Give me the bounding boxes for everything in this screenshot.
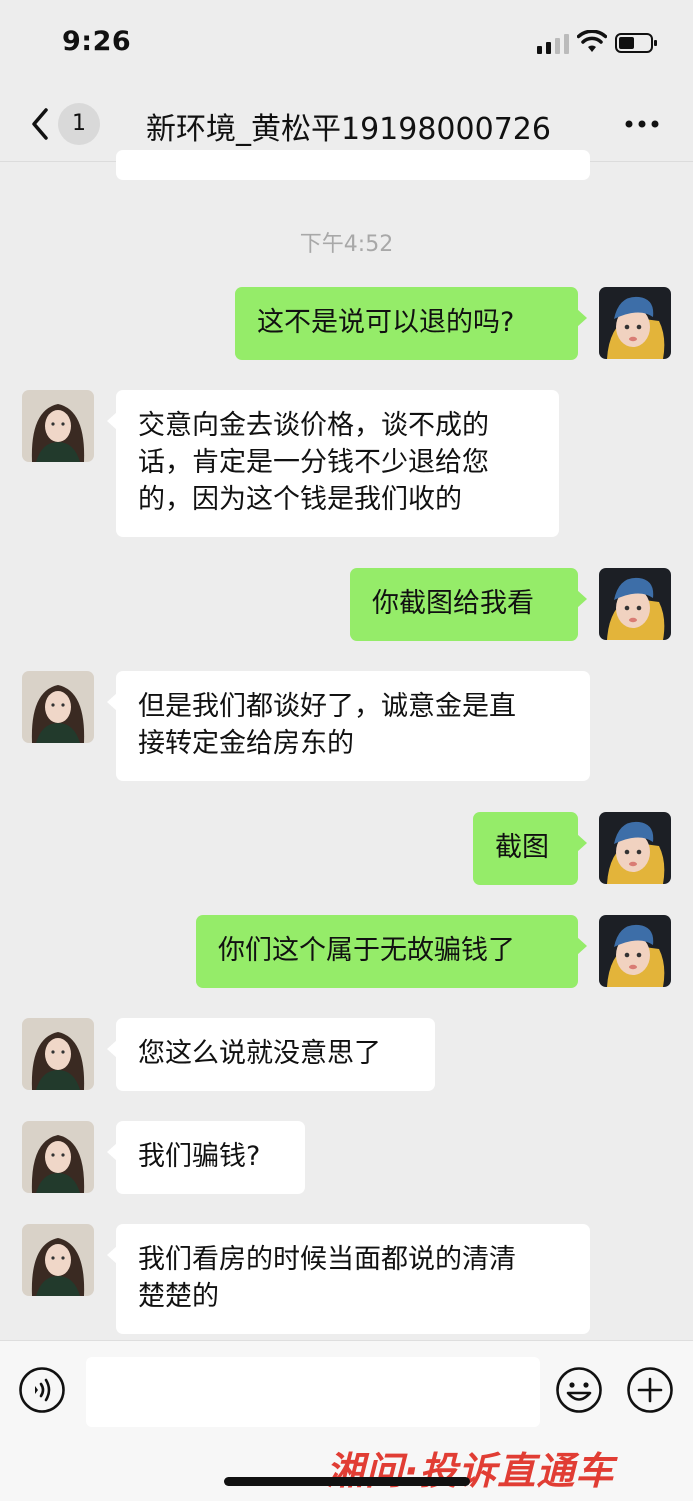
- message-text: 你截图给我看: [372, 588, 534, 619]
- message-timestamp: 下午4:52: [299, 232, 394, 257]
- previous-message-fragment: [116, 150, 590, 180]
- message-text-line: 接转定金给房东的: [138, 728, 354, 759]
- chat-title: 新环境_黄松平19198000726: [146, 112, 551, 147]
- more-options-button[interactable]: [620, 110, 664, 138]
- message-bubble-incoming[interactable]: 我们看房的时候当面都说的清清 楚楚的: [107, 1224, 590, 1334]
- contact-avatar[interactable]: [22, 390, 94, 462]
- status-time: 9:26: [62, 26, 132, 57]
- message-text-line: 交意向金去谈价格，谈不成的: [138, 410, 489, 441]
- message-bubble-outgoing[interactable]: 这不是说可以退的吗?: [235, 287, 587, 360]
- message-bubble-incoming[interactable]: 交意向金去谈价格，谈不成的 话，肯定是一分钱不少退给您 的，因为这个钱是我们收的: [107, 390, 559, 537]
- message-text: 截图: [495, 832, 549, 863]
- message-text: 我们骗钱?: [138, 1141, 261, 1172]
- message-text-line: 我们看房的时候当面都说的清清: [138, 1244, 516, 1275]
- message-text: 这不是说可以退的吗?: [257, 307, 515, 338]
- my-avatar[interactable]: [599, 812, 671, 884]
- message-bubble-incoming[interactable]: 但是我们都谈好了，诚意金是直 接转定金给房东的: [107, 671, 590, 781]
- contact-avatar[interactable]: [22, 671, 94, 743]
- contact-avatar[interactable]: [22, 1224, 94, 1296]
- my-avatar[interactable]: [599, 568, 671, 640]
- battery-icon: [615, 33, 657, 53]
- contact-avatar[interactable]: [22, 1121, 94, 1193]
- watermark: 湘问·投诉直通车: [326, 1449, 615, 1493]
- message-bubble-outgoing[interactable]: 你截图给我看: [350, 568, 587, 641]
- message-bubble-incoming[interactable]: 我们骗钱?: [107, 1121, 305, 1194]
- cellular-signal-icon: [537, 34, 569, 54]
- message-text: 您这么说就没意思了: [138, 1038, 381, 1069]
- voice-icon[interactable]: [18, 1366, 66, 1414]
- message-input[interactable]: [86, 1357, 540, 1427]
- my-avatar[interactable]: [599, 915, 671, 987]
- my-avatar[interactable]: [599, 287, 671, 359]
- home-indicator: [224, 1477, 470, 1486]
- wifi-icon: [577, 30, 607, 52]
- emoji-icon[interactable]: [555, 1366, 603, 1414]
- contact-avatar[interactable]: [22, 1018, 94, 1090]
- plus-icon[interactable]: [626, 1366, 674, 1414]
- message-text-line: 但是我们都谈好了，诚意金是直: [138, 691, 516, 722]
- message-bubble-outgoing[interactable]: 截图: [473, 812, 587, 885]
- message-bubble-incoming[interactable]: 您这么说就没意思了: [107, 1018, 435, 1091]
- message-text-line: 的，因为这个钱是我们收的: [138, 484, 462, 515]
- unread-count-badge[interactable]: 1: [58, 103, 100, 145]
- message-text: 你们这个属于无故骗钱了: [218, 935, 515, 966]
- message-bubble-outgoing[interactable]: 你们这个属于无故骗钱了: [196, 915, 587, 988]
- back-button[interactable]: [26, 104, 54, 144]
- message-text-line: 楚楚的: [138, 1281, 219, 1312]
- message-text-line: 话，肯定是一分钱不少退给您: [138, 447, 489, 478]
